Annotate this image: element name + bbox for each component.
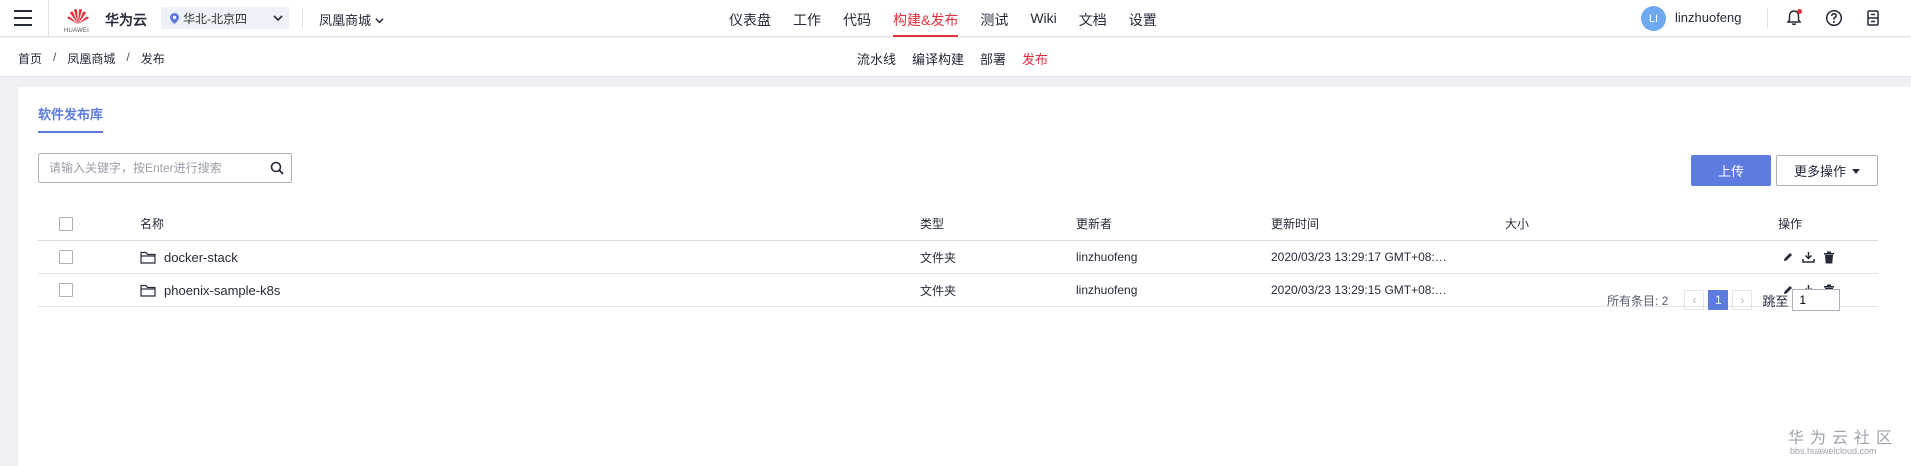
nav-settings[interactable]: 设置	[1129, 0, 1157, 37]
nav-test[interactable]: 测试	[980, 0, 1008, 37]
project-selector[interactable]: 凤凰商城	[319, 10, 384, 29]
divider	[302, 8, 303, 28]
bell-icon[interactable]	[1785, 9, 1803, 27]
avatar[interactable]: LI	[1641, 6, 1666, 31]
file-type: 文件夹	[920, 283, 957, 298]
logo-text: HUAWEI	[64, 28, 89, 34]
top-bar: HUAWEI 华为云 华北-北京四 凤凰商城 仪表盘 工作 代码 构建&发布 测…	[0, 0, 1911, 37]
folder-icon	[140, 251, 156, 264]
caret-down-icon	[1852, 169, 1860, 174]
main-card: 软件发布库 上传 更多操作 名称 类型 更新者 更新时间 大小 操作 docke…	[18, 87, 1911, 466]
table-row[interactable]: docker-stack 文件夹 linzhuofeng 2020/03/23 …	[38, 241, 1878, 274]
nav-code[interactable]: 代码	[843, 0, 871, 37]
row-checkbox[interactable]	[59, 250, 73, 264]
page-number[interactable]: 1	[1708, 290, 1729, 310]
header-actions: 操作	[1778, 217, 1803, 231]
help-icon[interactable]	[1825, 9, 1843, 27]
edit-icon[interactable]	[1782, 251, 1794, 263]
header-size[interactable]: 大小	[1505, 207, 1529, 240]
nav-build-release[interactable]: 构建&发布	[893, 0, 959, 37]
download-icon[interactable]	[1802, 251, 1815, 263]
breadcrumb-project[interactable]: 凤凰商城	[67, 50, 115, 67]
file-updater: linzhuofeng	[1076, 250, 1138, 264]
search-icon[interactable]	[270, 161, 284, 175]
upload-button[interactable]: 上传	[1691, 155, 1771, 186]
watermark-title: 华为云社区	[1788, 430, 1899, 447]
breadcrumb-separator: /	[126, 50, 130, 64]
location-pin-icon	[170, 12, 179, 24]
subnav-build[interactable]: 编译构建	[912, 49, 964, 68]
total-count: 所有条目: 2	[1607, 293, 1669, 308]
clipboard-icon[interactable]	[1864, 9, 1882, 27]
main-nav: 仪表盘 工作 代码 构建&发布 测试 Wiki 文档 设置	[729, 0, 1179, 37]
breadcrumb: 首页 / 凤凰商城 / 发布	[18, 50, 165, 67]
file-name[interactable]: docker-stack	[164, 250, 238, 265]
watermark-url: bbs.huaweicloud.com	[1790, 446, 1877, 456]
goto-page-input[interactable]	[1792, 289, 1841, 311]
table-row[interactable]: phoenix-sample-k8s 文件夹 linzhuofeng 2020/…	[38, 274, 1878, 307]
file-table: 名称 类型 更新者 更新时间 大小 操作 docker-stack 文件夹 li…	[38, 207, 1878, 307]
header-name[interactable]: 名称	[140, 207, 164, 240]
divider	[1767, 8, 1768, 28]
divider	[48, 0, 49, 37]
tab-release-repo[interactable]: 软件发布库	[38, 104, 104, 133]
next-page-button[interactable]: ›	[1732, 290, 1753, 310]
table-header: 名称 类型 更新者 更新时间 大小 操作	[38, 207, 1878, 241]
file-name[interactable]: phoenix-sample-k8s	[164, 283, 280, 298]
folder-icon	[140, 284, 156, 297]
breadcrumb-home[interactable]: 首页	[18, 50, 42, 67]
more-actions-button[interactable]: 更多操作	[1776, 155, 1878, 186]
subnav-deploy[interactable]: 部署	[980, 49, 1006, 68]
pagination: 所有条目: 2 ‹ 1 › 跳至	[1607, 289, 1841, 311]
select-all-checkbox[interactable]	[59, 216, 73, 231]
prev-page-button[interactable]: ‹	[1684, 290, 1705, 310]
nav-docs[interactable]: 文档	[1079, 0, 1107, 37]
more-actions-label: 更多操作	[1793, 164, 1846, 179]
file-updater: linzhuofeng	[1076, 283, 1138, 297]
project-label: 凤凰商城	[319, 13, 372, 28]
sub-bar: 首页 / 凤凰商城 / 发布 流水线 编译构建 部署 发布	[0, 38, 1911, 77]
file-update-time: 2020/03/23 13:29:17 GMT+08:…	[1271, 250, 1447, 264]
row-checkbox[interactable]	[59, 283, 73, 297]
nav-work[interactable]: 工作	[793, 0, 821, 37]
file-update-time: 2020/03/23 13:29:15 GMT+08:…	[1271, 283, 1447, 297]
nav-dashboard[interactable]: 仪表盘	[729, 0, 771, 37]
row-actions	[1782, 241, 1835, 273]
search-box	[38, 153, 292, 183]
header-update-time[interactable]: 更新时间	[1271, 207, 1319, 240]
goto-label: 跳至	[1762, 293, 1789, 309]
subnav-release[interactable]: 发布	[1022, 49, 1048, 68]
region-label: 华北-北京四	[183, 11, 247, 26]
header-updater[interactable]: 更新者	[1076, 207, 1112, 240]
menu-icon[interactable]	[14, 10, 32, 26]
header-type[interactable]: 类型	[920, 207, 944, 240]
region-selector[interactable]: 华北-北京四	[161, 7, 289, 29]
sub-nav: 流水线 编译构建 部署 发布	[857, 49, 1064, 68]
delete-icon[interactable]	[1823, 251, 1835, 264]
brand-title[interactable]: 华为云	[105, 10, 147, 30]
chevron-down-icon	[375, 18, 384, 24]
breadcrumb-separator: /	[53, 50, 57, 64]
file-type: 文件夹	[920, 250, 957, 265]
nav-wiki[interactable]: Wiki	[1030, 0, 1056, 37]
chevron-down-icon	[273, 15, 283, 22]
subnav-pipeline[interactable]: 流水线	[857, 49, 896, 68]
search-input[interactable]	[39, 161, 259, 175]
breadcrumb-current: 发布	[140, 52, 165, 66]
username[interactable]: linzhuofeng	[1675, 10, 1742, 25]
